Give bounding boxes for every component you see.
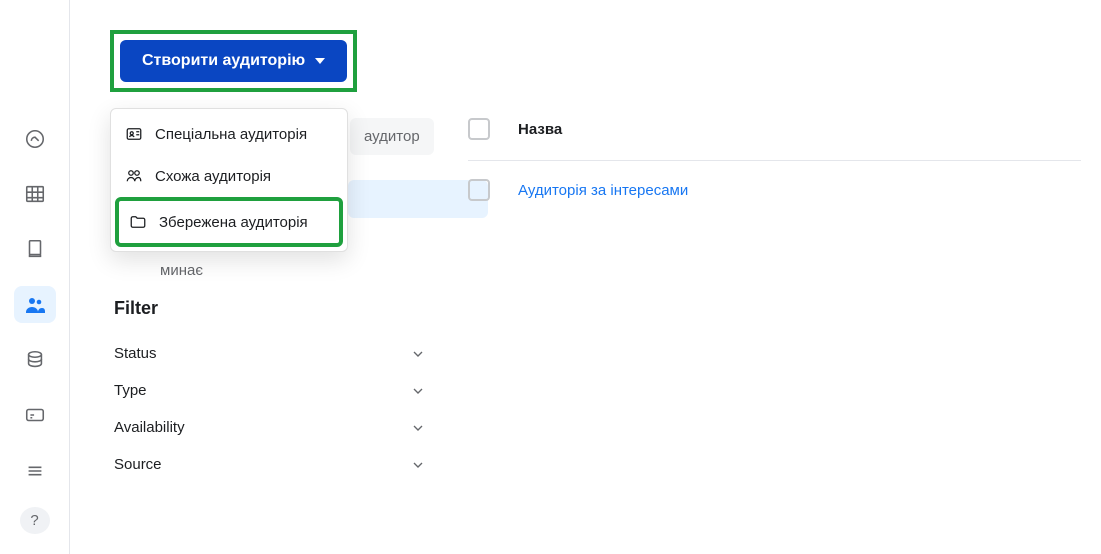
selected-audience-pill[interactable] [348,180,488,218]
filter-status-label: Status [114,345,157,362]
create-audience-highlight: Створити аудиторію [110,30,357,92]
help-button[interactable]: ? [20,507,50,534]
left-nav: ? [0,0,70,554]
filter-title: Filter [114,298,426,319]
card-icon [24,404,46,426]
dropdown-saved-audience[interactable]: Збережена аудиторія [115,197,343,247]
gauge-icon [24,128,46,150]
create-audience-dropdown: Спеціальна аудиторія Схожа аудиторія Збе… [110,108,348,252]
dropdown-lookalike-label: Схожа аудиторія [155,168,271,185]
caret-down-icon [315,58,325,64]
dropdown-custom-label: Спеціальна аудиторія [155,126,307,143]
nav-tables[interactable] [14,175,56,212]
nav-more[interactable] [14,452,56,489]
table-icon [24,183,46,205]
create-audience-button[interactable]: Створити аудиторію [120,40,347,82]
filter-type-label: Type [114,382,147,399]
dropdown-saved-label: Збережена аудиторія [159,214,308,231]
nav-audiences[interactable] [14,286,56,323]
coins-icon [24,349,46,371]
chevron-down-icon [410,420,426,436]
chevron-down-icon [410,383,426,399]
column-name[interactable]: Назва [518,121,562,138]
main-area: Створити аудиторію аудитор Спеціальна ау… [70,0,1101,554]
nav-billing[interactable] [14,341,56,378]
filter-panel: Filter Status Type Availability Source [114,298,426,483]
dropdown-lookalike-audience[interactable]: Схожа аудиторія [115,155,343,197]
select-all-checkbox[interactable] [468,118,490,140]
filter-status[interactable]: Status [114,335,426,372]
chevron-down-icon [410,457,426,473]
question-icon: ? [30,512,38,529]
chevron-down-icon [410,346,426,362]
filter-source[interactable]: Source [114,446,426,483]
people-icon [23,293,47,317]
create-audience-label: Створити аудиторію [142,52,305,70]
filter-availability-label: Availability [114,419,185,436]
nav-reports[interactable] [14,231,56,268]
filter-type[interactable]: Type [114,372,426,409]
menu-icon [24,460,46,482]
audience-table: Назва Аудиторія за інтересами [468,118,1081,201]
audience-link[interactable]: Аудиторія за інтересами [518,182,688,199]
documents-icon [24,238,46,260]
search-audience-input[interactable]: аудитор [350,118,434,155]
row-checkbox[interactable] [468,179,490,201]
nav-dashboard[interactable] [14,120,56,157]
folder-icon [129,213,147,231]
id-card-icon [125,125,143,143]
filter-availability[interactable]: Availability [114,409,426,446]
filter-source-label: Source [114,456,162,473]
table-row: Аудиторія за інтересами [468,161,1081,201]
table-header-row: Назва [468,118,1081,161]
lookalike-icon [125,167,143,185]
nav-settings[interactable] [14,397,56,434]
expiry-label: минає [160,262,203,279]
dropdown-custom-audience[interactable]: Спеціальна аудиторія [115,113,343,155]
